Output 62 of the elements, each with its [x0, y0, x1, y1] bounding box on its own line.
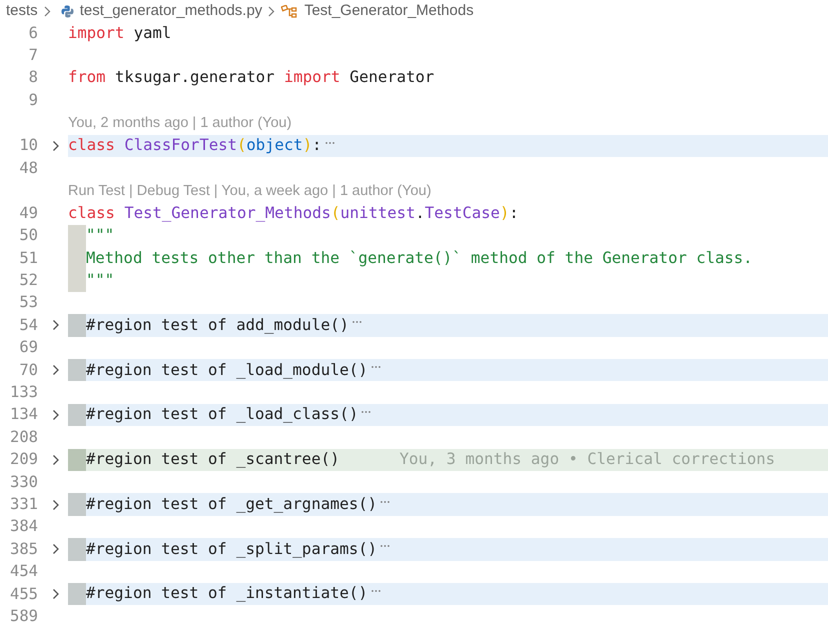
- ellipsis-icon[interactable]: [324, 140, 335, 145]
- line-number: 53: [19, 292, 38, 314]
- code-text: #region test of _scantree(): [86, 449, 340, 470]
- code-text: class ClassForTest(object):: [68, 135, 322, 156]
- blame-annotation: You, 3 months ago • Clerical corrections: [399, 449, 776, 470]
- line-number: 133: [10, 382, 38, 404]
- code-text: #region test of _load_module(): [86, 360, 368, 381]
- ellipsis-icon[interactable]: [370, 365, 381, 370]
- code-text: """: [86, 225, 114, 246]
- line-number: 10: [19, 135, 38, 156]
- code-text: """: [86, 270, 114, 292]
- code-text: #region test of _load_class(): [86, 404, 358, 426]
- fold-chevron-icon[interactable]: [52, 588, 60, 600]
- line-number: 50: [19, 225, 38, 246]
- ellipsis-icon[interactable]: [380, 544, 390, 548]
- line-number: 70: [19, 360, 38, 381]
- line-number: 455: [10, 584, 38, 605]
- line-number: 589: [10, 606, 38, 627]
- fold-chevron-icon[interactable]: [52, 409, 60, 422]
- ellipsis-icon[interactable]: [361, 410, 372, 414]
- python-icon: [60, 4, 74, 18]
- code-text: Method tests other than the `generate()` method of the Generator class.: [86, 248, 753, 269]
- ellipsis-icon[interactable]: [370, 589, 381, 594]
- line-number: 385: [10, 538, 38, 560]
- code-text: #region test of _get_argnames(): [86, 494, 378, 515]
- line-number: 331: [10, 494, 38, 515]
- breadcrumb-item[interactable]: tests: [6, 0, 38, 22]
- chevron-right-icon: [44, 6, 51, 16]
- line-number: 8: [28, 67, 38, 88]
- breadcrumb-item[interactable]: test_generator_methods.py: [80, 0, 262, 22]
- line-number: 384: [10, 516, 38, 538]
- line-number: 330: [10, 472, 38, 493]
- code-text: import yaml: [68, 22, 172, 44]
- line-number: 51: [19, 248, 38, 269]
- line-number: 7: [28, 44, 38, 66]
- class-icon: [281, 4, 298, 18]
- line-number: 49: [19, 202, 38, 224]
- line-number: 54: [19, 314, 38, 336]
- code-text: #region test of add_module(): [86, 314, 349, 336]
- line-number: 6: [28, 22, 38, 44]
- fold-chevron-icon[interactable]: [52, 364, 60, 376]
- code-text: from tksugar.generator import Generator: [68, 67, 434, 88]
- line-number: 208: [10, 426, 38, 448]
- fold-chevron-icon[interactable]: [52, 454, 60, 466]
- fold-chevron-icon[interactable]: [52, 140, 60, 152]
- ellipsis-icon[interactable]: [352, 320, 362, 324]
- line-number: 9: [28, 90, 38, 111]
- line-number: 209: [10, 449, 38, 470]
- line-number: 48: [19, 158, 38, 179]
- line-number: 134: [10, 404, 38, 426]
- ellipsis-icon[interactable]: [380, 500, 390, 504]
- line-number: 52: [19, 270, 38, 292]
- fold-chevron-icon[interactable]: [52, 319, 60, 332]
- line-number: 454: [10, 561, 38, 582]
- breadcrumb-item[interactable]: Test_Generator_Methods: [304, 0, 474, 22]
- code-text: class Test_Generator_Methods(unittest.TestCase):: [68, 202, 519, 224]
- line-number: 69: [19, 337, 38, 358]
- code-text: #region test of _instantiate(): [86, 583, 368, 604]
- fold-chevron-icon[interactable]: [52, 498, 60, 511]
- fold-chevron-icon[interactable]: [52, 543, 60, 556]
- code-text: #region test of _split_params(): [86, 538, 378, 560]
- chevron-right-icon: [268, 6, 276, 16]
